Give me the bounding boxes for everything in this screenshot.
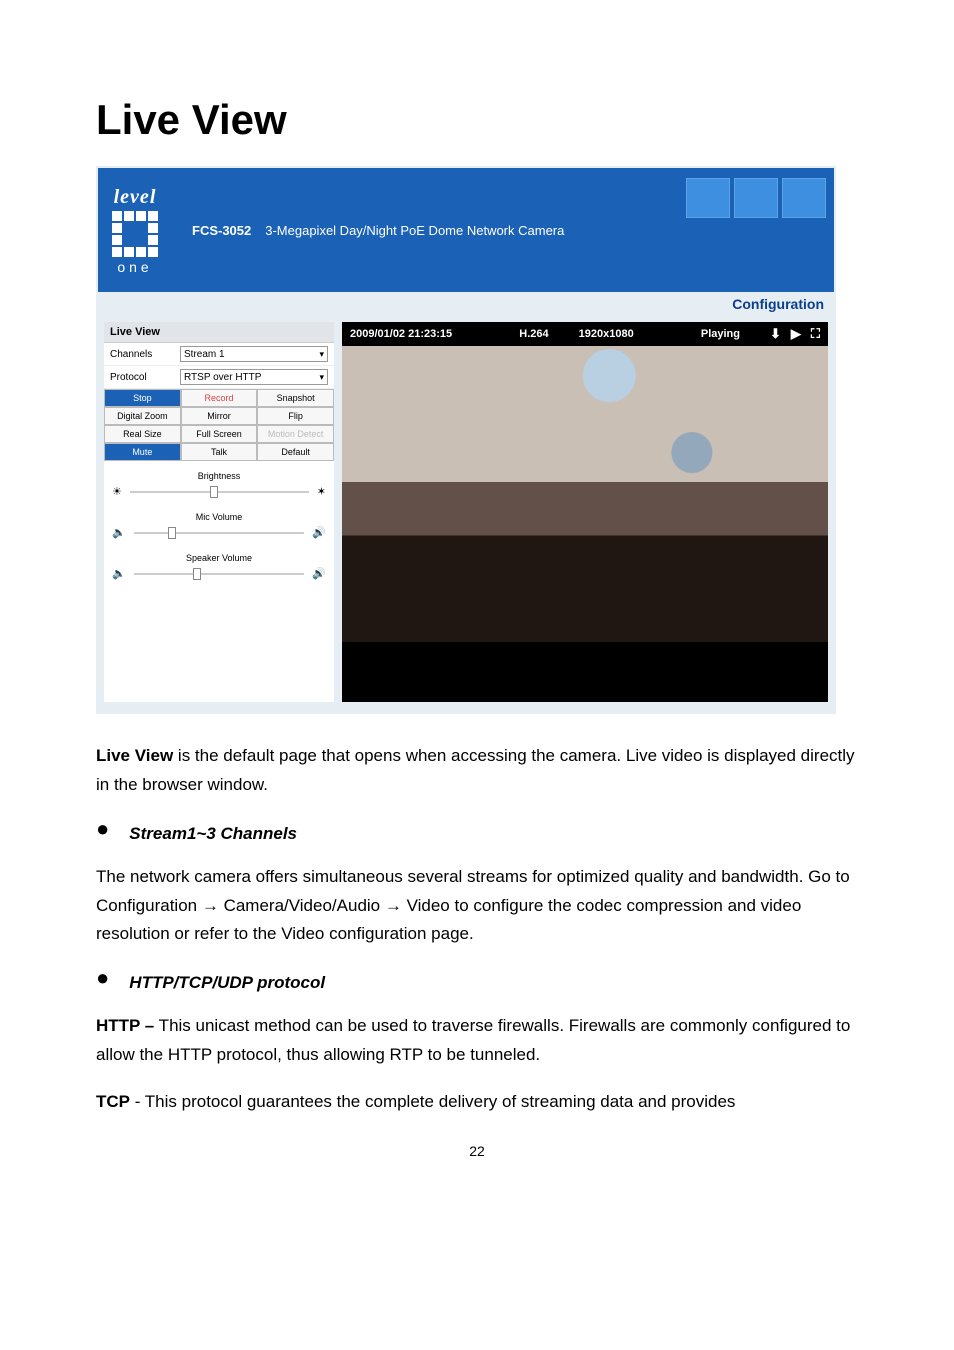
talk-button[interactable]: Talk (181, 443, 258, 461)
video-resolution: 1920x1080 (579, 328, 634, 340)
stop-button[interactable]: Stop (104, 389, 181, 407)
bullet-icon: ● (96, 818, 109, 840)
mic-label: Mic Volume (112, 512, 326, 522)
model-desc: 3-Megapixel Day/Night PoE Dome Network C… (265, 223, 564, 238)
subheader-bar: Configuration (98, 292, 834, 318)
bullet-protocol: ● HTTP/TCP/UDP protocol (96, 967, 858, 998)
header-corner-squares (686, 178, 826, 218)
mic-low-icon: 🔈 (112, 526, 126, 539)
brand-logo-top: level (114, 186, 157, 209)
record-button[interactable]: Record (181, 389, 258, 407)
speaker-low-icon: 🔈 (112, 567, 126, 580)
model-label: FCS-3052 (192, 223, 251, 238)
paragraph-http: HTTP – This unicast method can be used t… (96, 1012, 858, 1070)
full-screen-button[interactable]: Full Screen (181, 425, 258, 443)
brightness-slider[interactable] (130, 491, 309, 493)
real-size-button[interactable]: Real Size (104, 425, 181, 443)
snapshot-button[interactable]: Snapshot (257, 389, 334, 407)
paragraph-intro: Live View is the default page that opens… (96, 742, 858, 800)
mirror-button[interactable]: Mirror (181, 407, 258, 425)
protocol-select[interactable]: RTSP over HTTP (180, 369, 328, 385)
video-codec: H.264 (519, 328, 548, 340)
brand-logo-bottom: one (117, 259, 152, 275)
digital-zoom-button[interactable]: Digital Zoom (104, 407, 181, 425)
play-icon[interactable]: ▶ (791, 326, 801, 342)
brightness-label: Brightness (112, 471, 326, 481)
video-scene (342, 346, 828, 642)
mic-high-icon: 🔊 (312, 526, 326, 539)
brightness-high-icon: ✶ (317, 485, 326, 498)
download-icon[interactable]: ⬇ (770, 326, 781, 342)
paragraph-streams: The network camera offers simultaneous s… (96, 863, 858, 950)
flip-button[interactable]: Flip (257, 407, 334, 425)
video-preview: 2009/01/02 21:23:15 H.264 1920x1080 Play… (342, 322, 828, 702)
screenshot-figure: level one FCS-3052 3-Megapixel Day/Night… (96, 166, 836, 714)
bullet-icon: ● (96, 967, 109, 989)
bullet-streams: ● Stream1~3 Channels (96, 818, 858, 849)
page-title: Live View (96, 96, 858, 144)
mic-slider[interactable] (134, 532, 305, 534)
brand-logo: level one (112, 186, 158, 275)
video-timestamp: 2009/01/02 21:23:15 (350, 328, 452, 340)
button-grid: Stop Record Snapshot Digital Zoom Mirror… (104, 389, 334, 461)
channels-label: Channels (110, 349, 180, 360)
speaker-label: Speaker Volume (112, 553, 326, 563)
mute-button[interactable]: Mute (104, 443, 181, 461)
expand-icon[interactable]: ⛶ (811, 326, 820, 342)
default-button[interactable]: Default (257, 443, 334, 461)
motion-detect-button[interactable]: Motion Detect (257, 425, 334, 443)
page-number: 22 (96, 1143, 858, 1159)
control-panel: Live View Channels Stream 1 Protocol RTS… (104, 322, 334, 702)
panel-title: Live View (104, 322, 334, 343)
speaker-slider[interactable] (134, 573, 305, 575)
brand-logo-grid (112, 211, 158, 257)
speaker-high-icon: 🔊 (312, 567, 326, 580)
protocol-label: Protocol (110, 372, 180, 383)
app-header: level one FCS-3052 3-Megapixel Day/Night… (98, 168, 834, 292)
configuration-link[interactable]: Configuration (732, 296, 824, 312)
paragraph-tcp: TCP - This protocol guarantees the compl… (96, 1088, 858, 1117)
channels-select[interactable]: Stream 1 (180, 346, 328, 362)
video-status: Playing (701, 328, 740, 340)
brightness-low-icon: ☀ (112, 485, 122, 498)
